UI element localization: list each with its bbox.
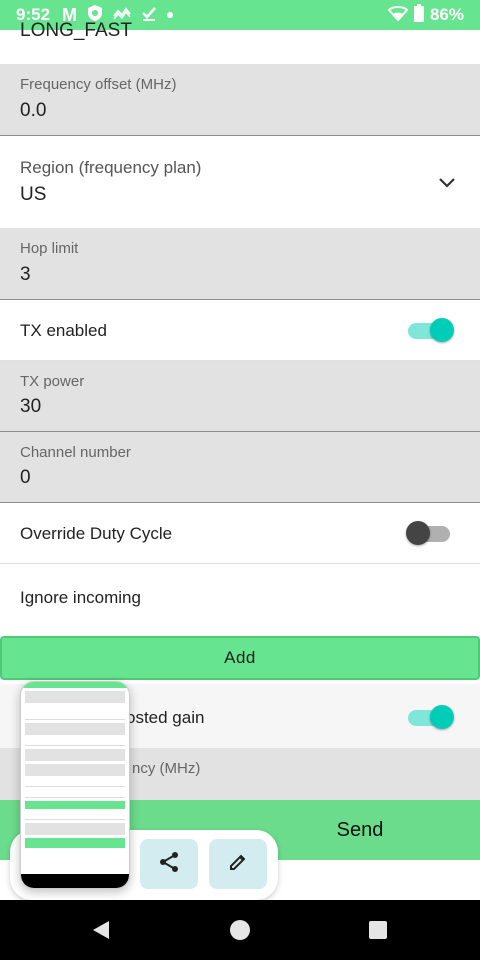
frequency-offset-value: 0.0 bbox=[20, 100, 47, 121]
status-right: 86% bbox=[387, 3, 464, 27]
region-dropdown[interactable]: Region (frequency plan) US bbox=[0, 136, 480, 228]
frequency-offset-label: Frequency offset (MHz) bbox=[20, 76, 177, 93]
override-duty-cycle-label: Override Duty Cycle bbox=[20, 524, 173, 543]
modem-preset-row[interactable]: LONG_FAST bbox=[0, 20, 480, 64]
tx-enabled-toggle[interactable] bbox=[408, 317, 454, 343]
frequency-offset-field[interactable]: Frequency offset (MHz) 0.0 bbox=[0, 64, 480, 136]
ignore-incoming-label: Ignore incoming bbox=[20, 588, 141, 607]
thumbnail-row bbox=[25, 738, 125, 746]
thumbnail-row bbox=[25, 790, 125, 798]
boosted-gain-toggle[interactable] bbox=[408, 704, 454, 730]
region-label: Region (frequency plan) bbox=[20, 158, 202, 177]
thumbnail-row bbox=[25, 779, 125, 787]
system-nav-bar bbox=[0, 900, 480, 960]
recents-icon[interactable] bbox=[369, 921, 387, 939]
share-icon bbox=[158, 851, 180, 878]
thumbnail-nav bbox=[21, 874, 129, 888]
edit-button[interactable] bbox=[209, 839, 267, 889]
override-frequency-label: ncy (MHz) bbox=[132, 760, 201, 777]
tx-power-label: TX power bbox=[20, 373, 85, 390]
chevron-down-icon[interactable] bbox=[438, 176, 456, 194]
channel-number-value: 0 bbox=[20, 467, 31, 488]
add-button[interactable]: Add bbox=[0, 636, 480, 680]
region-value: US bbox=[20, 184, 47, 205]
wifi-icon bbox=[387, 5, 409, 26]
toggle-thumb bbox=[406, 521, 430, 545]
battery-percent: 86% bbox=[429, 5, 464, 24]
thumbnail-row bbox=[25, 691, 125, 703]
toggle-thumb bbox=[430, 705, 454, 729]
override-duty-cycle-row[interactable]: Override Duty Cycle bbox=[0, 503, 480, 564]
tx-power-value: 30 bbox=[20, 396, 42, 417]
screenshot-thumbnail[interactable] bbox=[20, 681, 130, 889]
thumbnail-row bbox=[25, 823, 125, 835]
send-button-label: Send bbox=[336, 818, 384, 841]
download-done-icon bbox=[141, 5, 157, 26]
battery-icon bbox=[413, 3, 424, 27]
back-icon[interactable] bbox=[92, 920, 110, 945]
hop-limit-value: 3 bbox=[20, 264, 31, 285]
ignore-incoming-row[interactable]: Ignore incoming bbox=[0, 564, 480, 634]
pencil-icon bbox=[228, 852, 248, 877]
thumbnail-row bbox=[25, 838, 125, 848]
dot-icon bbox=[167, 12, 174, 18]
override-duty-cycle-toggle[interactable] bbox=[406, 520, 452, 546]
share-button[interactable] bbox=[140, 839, 198, 889]
thumbnail-row bbox=[25, 764, 125, 776]
thumbnail-row bbox=[25, 723, 125, 735]
thumbnail-row bbox=[25, 812, 125, 820]
channel-number-label: Channel number bbox=[20, 444, 131, 461]
thumbnail-row bbox=[25, 749, 125, 761]
boosted-gain-label: osted gain bbox=[126, 708, 205, 727]
channel-number-field[interactable]: Channel number 0 bbox=[0, 432, 480, 503]
modem-preset-value: LONG_FAST bbox=[20, 20, 132, 41]
tx-power-field[interactable]: TX power 30 bbox=[0, 361, 480, 432]
toggle-thumb bbox=[430, 318, 454, 342]
tx-enabled-label: TX enabled bbox=[20, 321, 107, 340]
hop-limit-field[interactable]: Hop limit 3 bbox=[0, 228, 480, 300]
hop-limit-label: Hop limit bbox=[20, 240, 79, 257]
thumbnail-status-bar bbox=[21, 682, 129, 688]
thumbnail-row bbox=[25, 706, 125, 720]
home-icon[interactable] bbox=[230, 920, 250, 940]
thumbnail-row bbox=[25, 801, 125, 809]
tx-enabled-row[interactable]: TX enabled bbox=[0, 300, 480, 361]
